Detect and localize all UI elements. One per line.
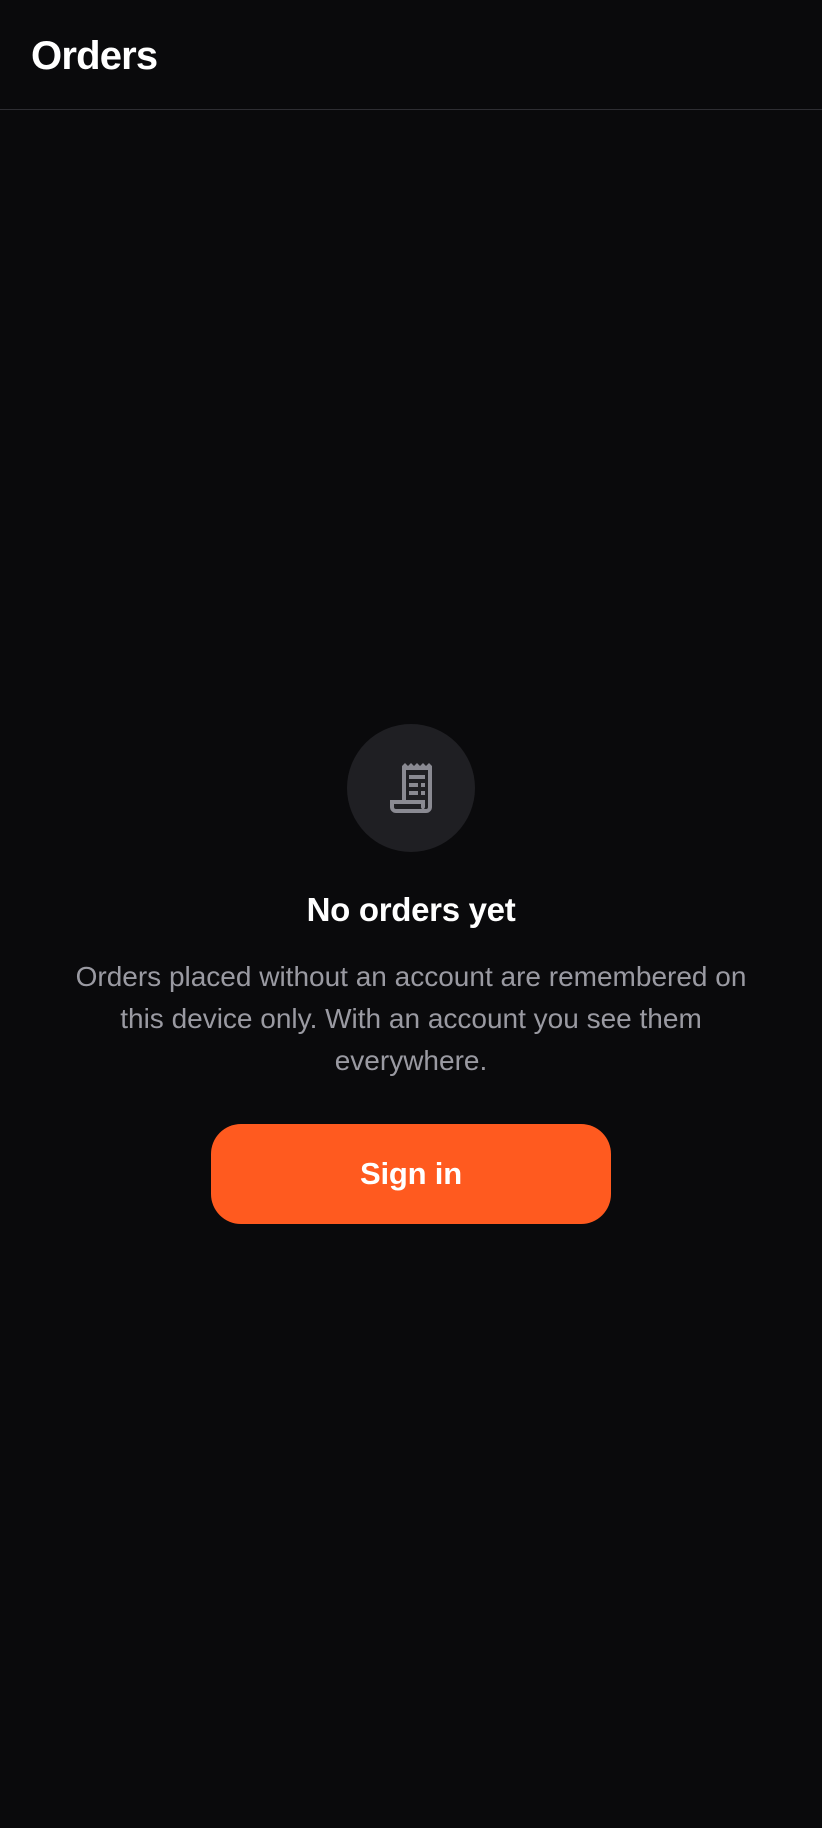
empty-state-message: Orders placed without an account are rem…: [75, 961, 747, 1076]
empty-state-icon-container: [347, 724, 475, 852]
empty-state-title: No orders yet: [306, 891, 516, 928]
app-header: Orders: [0, 0, 822, 110]
empty-state: No orders yet Orders placed without an a…: [0, 724, 822, 1224]
sign-in-button[interactable]: Sign in: [211, 1124, 611, 1224]
page-title: Orders: [31, 34, 158, 78]
orders-screen: Orders No orders yet Orders placed witho…: [0, 0, 822, 1828]
receipt-icon: [390, 763, 432, 813]
